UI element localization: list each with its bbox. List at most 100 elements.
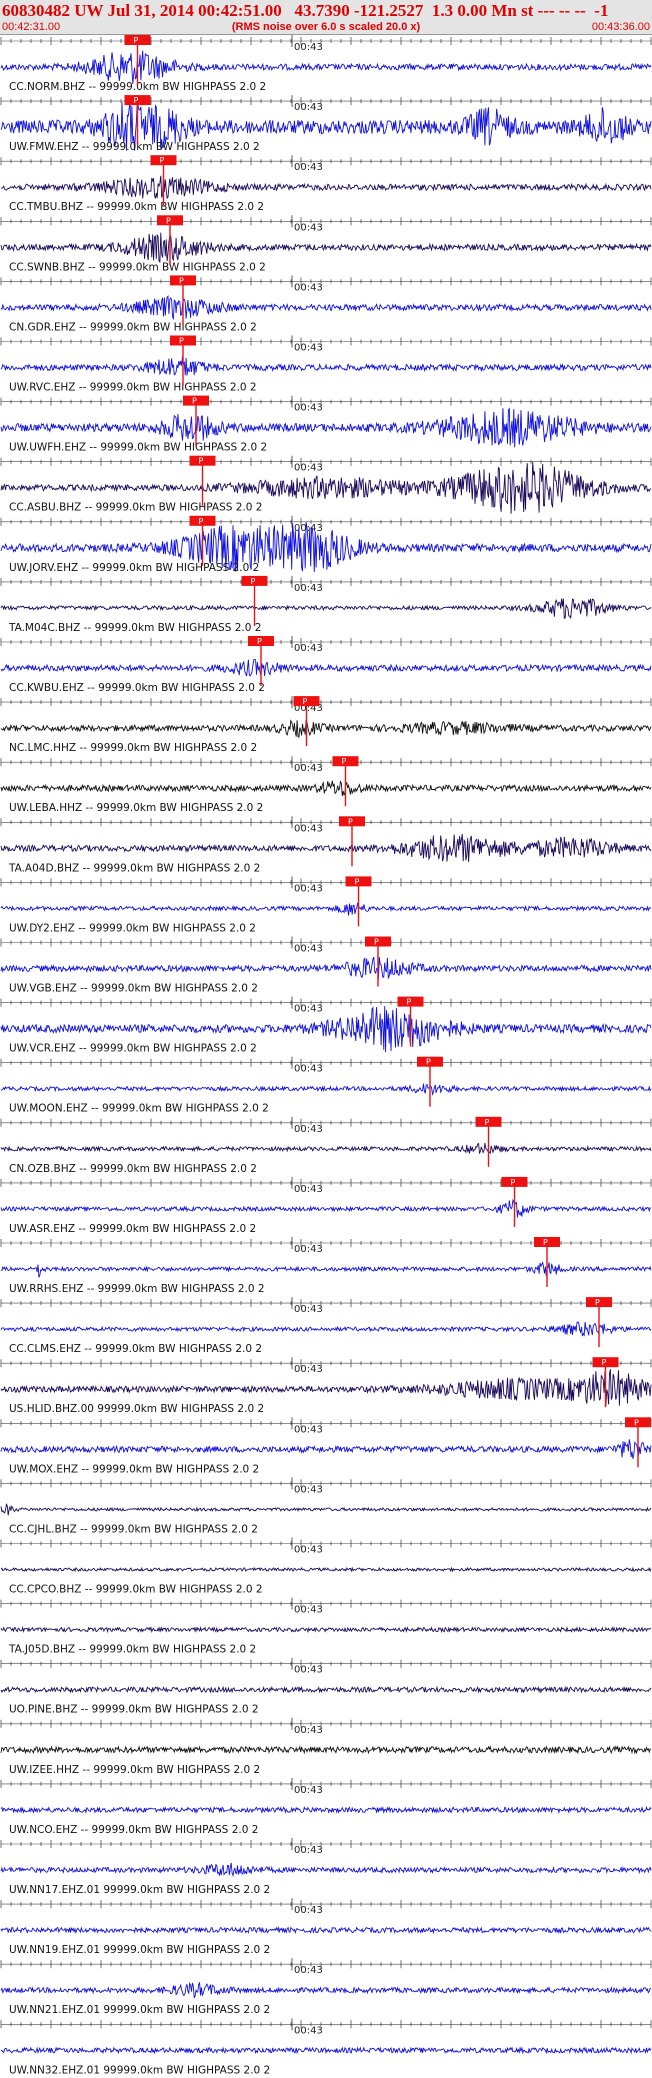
waveform (0, 1805, 652, 1815)
pick-label: P (342, 757, 347, 766)
minute-label: 00:43 (294, 763, 323, 774)
station-label: UO.PINE.BHZ -- 99999.0km BW HIGHPASS 2.0… (9, 1704, 259, 1716)
trace-row: 00:43 TA.M04C.BHZ -- 99999.0km BW HIGHPAS… (0, 575, 652, 634)
trace-row: 00:43 UW.MOON.EHZ -- 99999.0km BW HIGHPAS… (0, 1056, 652, 1115)
pick-label: P (485, 1118, 490, 1127)
minute-label: 00:43 (294, 1484, 323, 1495)
minute-label: 00:43 (294, 1665, 323, 1676)
station-label: UW.FMW.EHZ -- 99999.0km BW HIGHPASS 2.0 … (9, 141, 260, 153)
pick-label: P (602, 1358, 607, 1367)
pick-label: P (374, 938, 379, 947)
trace-row: 00:43 CN.OZB.BHZ -- 99999.0km BW HIGHPASS… (0, 1116, 652, 1175)
station-label: CC.CPCO.BHZ -- 99999.0km BW HIGHPASS 2.0… (9, 1584, 263, 1596)
pick-label: P (134, 36, 139, 45)
header-bar: 60830482 UW Jul 31, 2014 00:42:51.00 43.… (0, 0, 652, 35)
waveform (0, 1439, 652, 1459)
station-label: CC.CJHL.BHZ -- 99999.0km BW HIGHPASS 2.0… (9, 1523, 258, 1535)
waveform (0, 1566, 652, 1573)
minute-label: 00:43 (294, 102, 323, 113)
trace-row: 00:43 UW.IZEE.HHZ -- 99999.0km BW HIGHPAS… (0, 1717, 652, 1776)
station-label: CC.TMBU.BHZ -- 99999.0km BW HIGHPASS 2.0… (9, 201, 264, 213)
waveform (0, 1369, 652, 1406)
trace-row: 00:43NC.LMC.HHZ -- 99999.0km BW HIGHPASS… (0, 696, 652, 754)
minute-label: 00:43 (294, 1184, 323, 1195)
station-label: TA.M04C.BHZ -- 99999.0km BW HIGHPASS 2.0… (8, 622, 261, 634)
trace-row: 00:43 UW.NN19.EHZ.01 99999.0km BW HIGHPAS… (0, 1898, 652, 1956)
station-label: CN.OZB.BHZ -- 99999.0km BW HIGHPASS 2.0 … (9, 1163, 257, 1175)
station-label: UW.ASR.EHZ -- 99999.0km BW HIGHPASS 2.0 … (9, 1223, 256, 1235)
station-label: CC.ASBU.BHZ -- 99999.0km BW HIGHPASS 2.0… (9, 502, 263, 514)
station-label: UW.VCR.EHZ -- 99999.0km BW HIGHPASS 2.0 … (9, 1043, 257, 1055)
waveform (0, 902, 652, 916)
minute-label: 00:43 (294, 343, 323, 354)
waveform (0, 1261, 652, 1278)
scale-note: (RMS noise over 6.0 s scaled 20.0 x) (231, 21, 421, 33)
trace-row: 00:43 UW.FMW.EHZ -- 99999.0km BW HIGHPASS… (0, 95, 652, 153)
minute-label: 00:43 (294, 823, 323, 834)
trace-row: 00:43 CC.SWNB.BHZ -- 99999.0km BW HIGHPAS… (0, 215, 652, 273)
station-label: UW.RRHS.EHZ -- 99999.0km BW HIGHPASS 2.0… (9, 1283, 265, 1295)
waveform (0, 659, 652, 677)
station-label: UW.LEBA.HHZ -- 99999.0km BW HIGHPASS 2.0… (9, 802, 263, 814)
minute-label: 00:43 (294, 944, 323, 955)
station-label: UW.NN21.EHZ.01 99999.0km BW HIGHPASS 2.0… (9, 2004, 270, 2016)
pick-label: P (543, 1238, 548, 1247)
station-label: UW.NCO.EHZ -- 99999.0km BW HIGHPASS 2.0 … (9, 1824, 258, 1836)
pick-label: P (407, 998, 412, 1007)
minute-label: 00:43 (294, 883, 323, 894)
minute-label: 00:43 (294, 643, 323, 654)
station-label: UW.DY2.EHZ -- 99999.0km BW HIGHPASS 2.0 … (9, 922, 256, 934)
station-label: US.HLID.BHZ.00 99999.0km BW HIGHPASS 2.0… (9, 1403, 264, 1415)
minute-label: 00:43 (294, 1545, 323, 1556)
trace-row: 00:43 UW.NN21.EHZ.01 99999.0km BW HIGHPAS… (0, 1958, 652, 2016)
station-label: UW.NN17.EHZ.01 99999.0km BW HIGHPASS 2.0… (9, 1884, 270, 1896)
waveform (0, 1083, 652, 1096)
minute-label: 00:43 (294, 42, 323, 53)
waveform (0, 50, 652, 84)
station-label: UW.NN19.EHZ.01 99999.0km BW HIGHPASS 2.0… (9, 1944, 270, 1956)
pick-label: P (634, 1418, 639, 1427)
pick-label: P (251, 577, 256, 586)
minute-label: 00:43 (294, 1845, 323, 1856)
waveform (0, 1626, 652, 1634)
trace-row: 00:43 UW.RRHS.EHZ -- 99999.0km BW HIGHPAS… (0, 1237, 652, 1295)
station-label: TA.A04D.BHZ -- 99999.0km BW HIGHPASS 2.0… (8, 862, 260, 874)
trace-row: 00:43 US.HLID.BHZ.00 99999.0km BW HIGHPAS… (0, 1357, 652, 1415)
trace-row: 00:43 UO.PINE.BHZ -- 99999.0km BW HIGHPAS… (0, 1657, 652, 1716)
waveform (0, 1925, 652, 1935)
station-label: CN.GDR.EHZ -- 99999.0km BW HIGHPASS 2.0 … (9, 321, 257, 333)
minute-label: 00:43 (294, 222, 323, 233)
waveform (0, 719, 652, 738)
trace-row: 00:43 TA.A04D.BHZ -- 99999.0km BW HIGHPAS… (0, 816, 652, 874)
station-label: CC.CLMS.EHZ -- 99999.0km BW HIGHPASS 2.0… (9, 1343, 262, 1355)
waveform (0, 833, 652, 863)
waveform (0, 780, 652, 797)
waveform (0, 1862, 652, 1878)
trace-row: 00:43 CC.CJHL.BHZ -- 99999.0km BW HIGHPAS… (0, 1477, 652, 1535)
pick-label: P (166, 216, 171, 225)
station-label: UW.NN32.EHZ.01 99999.0km BW HIGHPASS 2.0… (9, 2064, 270, 2076)
end-time: 00:43:36.00 (591, 21, 650, 33)
waveform (0, 1685, 652, 1694)
minute-label: 00:43 (294, 162, 323, 173)
minute-label: 00:43 (294, 1965, 323, 1976)
trace-row: 00:43 UW.RVC.EHZ -- 99999.0km BW HIGHPASS… (0, 335, 652, 394)
pick-label: P (257, 637, 262, 646)
station-label: UW.VGB.EHZ -- 99999.0km BW HIGHPASS 2.0 … (9, 983, 258, 995)
minute-label: 00:43 (294, 2025, 323, 2036)
waveform (0, 232, 652, 263)
pick-label: P (179, 337, 184, 346)
minute-label: 00:43 (294, 403, 323, 414)
pick-label: P (160, 156, 165, 165)
trace-row: 00:43 CC.CPCO.BHZ -- 99999.0km BW HIGHPAS… (0, 1537, 652, 1596)
pick-label: P (355, 877, 360, 886)
pick-label: P (426, 1058, 431, 1067)
trace-row: 00:43 UW.VGB.EHZ -- 99999.0km BW HIGHPASS… (0, 936, 652, 995)
waveform (0, 1142, 652, 1154)
station-label: UW.MOX.EHZ -- 99999.0km BW HIGHPASS 2.0 … (9, 1463, 259, 1475)
station-label: CC.KWBU.EHZ -- 99999.0km BW HIGHPASS 2.0… (9, 682, 265, 694)
waveform (0, 175, 652, 200)
trace-row: 00:43 UW.NN32.EHZ.01 99999.0km BW HIGHPAS… (0, 2018, 652, 2076)
trace-row: 00:43 UW.DY2.EHZ -- 99999.0km BW HIGHPASS… (0, 876, 652, 934)
station-label: NC.LMC.HHZ -- 99999.0km BW HIGHPASS 2.0 … (9, 742, 257, 754)
